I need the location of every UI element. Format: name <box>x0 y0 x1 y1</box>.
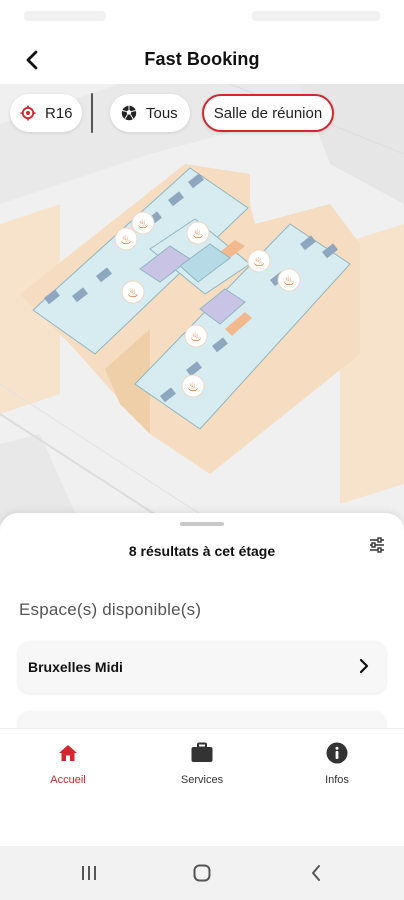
status-icons-placeholder <box>252 11 380 21</box>
room-marker[interactable]: ♨ <box>247 249 271 273</box>
meeting-room-chip[interactable]: Salle de réunion <box>202 94 334 132</box>
chip-divider <box>91 93 93 133</box>
soccer-ball-icon <box>121 105 137 121</box>
svg-text:♨: ♨ <box>283 274 295 289</box>
svg-text:♨: ♨ <box>192 227 204 242</box>
back-arrow-icon <box>312 865 320 881</box>
back-button[interactable] <box>14 42 50 78</box>
recent-apps-button[interactable] <box>74 860 104 886</box>
app-header: Fast Booking <box>0 34 404 84</box>
page-title: Fast Booking <box>144 48 260 69</box>
tab-home-label: Accueil <box>50 774 86 786</box>
room-markers-layer: ♨ ♨ ♨ ♨ ♨ ♨ ♨ ♨ <box>114 211 301 398</box>
floor-chip-label: R16 <box>45 104 73 122</box>
home-icon <box>58 741 78 765</box>
bottom-tab-bar: Accueil Services Infos <box>0 728 404 846</box>
floor-chip[interactable]: R16 <box>10 94 82 132</box>
location-target-icon <box>20 105 36 121</box>
room-marker[interactable]: ♨ <box>181 374 205 398</box>
svg-text:♨: ♨ <box>137 217 149 232</box>
info-icon <box>326 741 348 765</box>
tab-home[interactable]: Accueil <box>18 741 118 791</box>
chevron-left-icon <box>26 50 38 70</box>
svg-text:♨: ♨ <box>187 380 199 395</box>
filter-settings-button[interactable] <box>364 532 390 558</box>
app-screen: Fast Booking ♨ ♨ ♨ ♨ ♨ ♨ ♨ ♨ R16 Tous Sa… <box>0 0 404 900</box>
svg-text:♨: ♨ <box>127 286 139 301</box>
tab-infos-label: Infos <box>325 774 349 786</box>
svg-text:♨: ♨ <box>120 233 132 248</box>
space-name: Bruxelles Midi <box>28 659 123 675</box>
space-list-item[interactable]: Bruxelles Midi <box>18 641 386 693</box>
svg-text:♨: ♨ <box>253 255 265 270</box>
recent-apps-icon <box>82 866 96 880</box>
all-chip-label: Tous <box>146 104 178 122</box>
room-marker[interactable]: ♨ <box>277 268 301 292</box>
square-home-icon <box>193 864 211 882</box>
meeting-room-chip-label: Salle de réunion <box>213 104 323 122</box>
status-bar <box>0 0 404 34</box>
room-marker[interactable]: ♨ <box>186 221 210 245</box>
available-spaces-heading: Espace(s) disponible(s) <box>19 600 202 619</box>
room-marker[interactable]: ♨ <box>131 211 155 235</box>
room-marker[interactable]: ♨ <box>184 324 208 348</box>
tab-infos[interactable]: Infos <box>287 741 387 791</box>
sliders-icon <box>370 537 384 553</box>
tab-services[interactable]: Services <box>152 741 252 791</box>
room-marker[interactable]: ♨ <box>121 280 145 304</box>
briefcase-icon <box>190 741 214 765</box>
sheet-drag-handle[interactable] <box>180 522 224 526</box>
svg-text:♨: ♨ <box>190 330 202 345</box>
chevron-right-icon <box>358 657 370 675</box>
system-nav-bar <box>0 846 404 900</box>
room-marker[interactable]: ♨ <box>114 227 138 251</box>
system-home-button[interactable] <box>187 860 217 886</box>
system-back-button[interactable] <box>301 860 331 886</box>
tab-services-label: Services <box>180 774 224 786</box>
status-time-placeholder <box>24 11 106 21</box>
results-sheet: 8 résultats à cet étage Espace(s) dispon… <box>0 513 404 753</box>
results-count: 8 résultats à cet étage <box>128 543 276 559</box>
all-chip[interactable]: Tous <box>110 94 190 132</box>
